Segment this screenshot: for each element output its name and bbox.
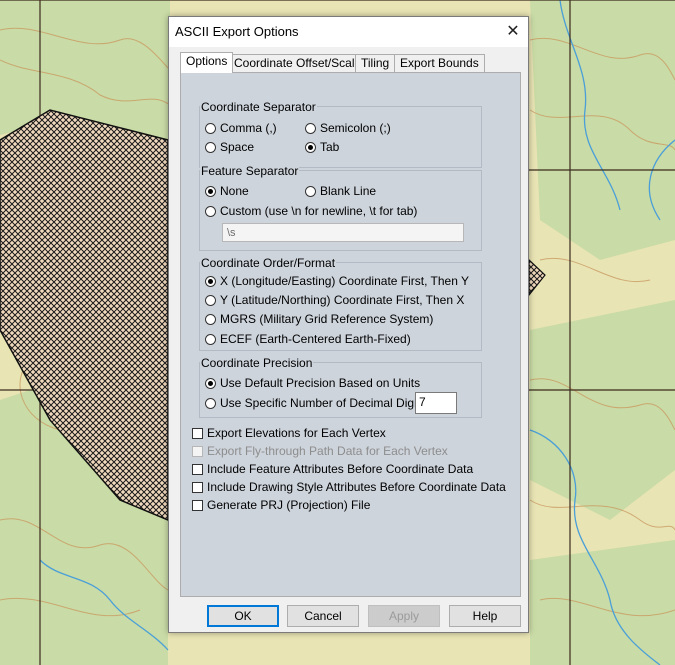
- ascii-export-options-dialog: ASCII Export Options ✕ Options Coordinat…: [168, 16, 529, 633]
- radio-blank-line[interactable]: Blank Line: [305, 183, 376, 199]
- radio-mgrs-label: MGRS (Military Grid Reference System): [220, 312, 434, 326]
- radio-blank-line-label: Blank Line: [320, 184, 377, 198]
- radio-tab[interactable]: Tab: [305, 139, 339, 155]
- radio-none[interactable]: None: [205, 183, 249, 199]
- checkbox-export-flythrough-box: [192, 446, 203, 457]
- checkbox-feature-attributes[interactable]: Include Feature Attributes Before Coordi…: [192, 461, 473, 477]
- radio-custom-label: Custom (use \n for newline, \t for tab): [220, 204, 418, 218]
- checkbox-generate-prj[interactable]: Generate PRJ (Projection) File: [192, 497, 370, 513]
- tab-options[interactable]: Options: [180, 52, 234, 73]
- radio-space-indicator: [205, 142, 216, 153]
- checkbox-feature-attributes-box: [192, 464, 203, 475]
- checkbox-drawing-style-label: Include Drawing Style Attributes Before …: [207, 480, 506, 494]
- radio-specific-digits-label: Use Specific Number of Decimal Digits:: [220, 396, 430, 410]
- checkbox-feature-attributes-label: Include Feature Attributes Before Coordi…: [207, 462, 474, 476]
- options-panel: Coordinate Separator Comma (,) Semicolon…: [180, 72, 521, 597]
- radio-y-first-indicator: [205, 295, 216, 306]
- radio-blank-line-indicator: [305, 186, 316, 197]
- radio-ecef-label: ECEF (Earth-Centered Earth-Fixed): [220, 332, 411, 346]
- dialog-title: ASCII Export Options: [175, 24, 299, 39]
- radio-space[interactable]: Space: [205, 139, 254, 155]
- close-icon[interactable]: ✕: [498, 17, 528, 47]
- radio-none-label: None: [220, 184, 249, 198]
- cancel-button[interactable]: Cancel: [287, 605, 359, 627]
- coordinate-separator-title: Coordinate Separator: [200, 100, 317, 114]
- checkbox-export-flythrough-label: Export Fly-through Path Data for Each Ve…: [207, 444, 448, 458]
- feature-separator-title: Feature Separator: [200, 164, 300, 178]
- checkbox-generate-prj-label: Generate PRJ (Projection) File: [207, 498, 371, 512]
- radio-y-first-label: Y (Latitude/Northing) Coordinate First, …: [220, 293, 465, 307]
- radio-tab-indicator: [305, 142, 316, 153]
- coordinate-order-title: Coordinate Order/Format: [200, 256, 337, 270]
- radio-none-indicator: [205, 186, 216, 197]
- checkbox-drawing-style[interactable]: Include Drawing Style Attributes Before …: [192, 479, 506, 495]
- radio-semicolon-label: Semicolon (;): [320, 121, 391, 135]
- tab-coordinate-offset-scale[interactable]: Coordinate Offset/Scale: [228, 54, 368, 72]
- radio-ecef-indicator: [205, 334, 216, 345]
- radio-mgrs-indicator: [205, 314, 216, 325]
- radio-x-first-label: X (Longitude/Easting) Coordinate First, …: [220, 274, 470, 288]
- ok-button[interactable]: OK: [207, 605, 279, 627]
- radio-specific-digits-indicator: [205, 398, 216, 409]
- radio-semicolon-indicator: [305, 123, 316, 134]
- radio-custom[interactable]: Custom (use \n for newline, \t for tab): [205, 203, 417, 219]
- radio-comma-indicator: [205, 123, 216, 134]
- radio-x-first-indicator: [205, 276, 216, 287]
- coordinate-separator-group: [199, 106, 482, 168]
- radio-ecef[interactable]: ECEF (Earth-Centered Earth-Fixed): [205, 331, 411, 347]
- custom-separator-field[interactable]: \s: [222, 223, 464, 242]
- radio-default-precision[interactable]: Use Default Precision Based on Units: [205, 375, 420, 391]
- checkbox-export-flythrough: Export Fly-through Path Data for Each Ve…: [192, 443, 448, 459]
- radio-default-precision-indicator: [205, 378, 216, 389]
- radio-y-first[interactable]: Y (Latitude/Northing) Coordinate First, …: [205, 292, 464, 308]
- radio-custom-indicator: [205, 206, 216, 217]
- radio-x-first[interactable]: X (Longitude/Easting) Coordinate First, …: [205, 273, 469, 289]
- tab-tiling[interactable]: Tiling: [355, 54, 396, 72]
- checkbox-generate-prj-box: [192, 500, 203, 511]
- tab-export-bounds[interactable]: Export Bounds: [394, 54, 485, 72]
- coordinate-precision-title: Coordinate Precision: [200, 356, 314, 370]
- radio-comma-label: Comma (,): [220, 121, 277, 135]
- checkbox-drawing-style-box: [192, 482, 203, 493]
- radio-semicolon[interactable]: Semicolon (;): [305, 120, 391, 136]
- radio-specific-digits[interactable]: Use Specific Number of Decimal Digits:: [205, 395, 429, 411]
- radio-default-precision-label: Use Default Precision Based on Units: [220, 376, 421, 390]
- help-button[interactable]: Help: [449, 605, 521, 627]
- checkbox-export-elevations[interactable]: Export Elevations for Each Vertex: [192, 425, 386, 441]
- radio-mgrs[interactable]: MGRS (Military Grid Reference System): [205, 311, 433, 327]
- radio-comma[interactable]: Comma (,): [205, 120, 277, 136]
- checkbox-export-elevations-label: Export Elevations for Each Vertex: [207, 426, 386, 440]
- checkbox-export-elevations-box: [192, 428, 203, 439]
- radio-tab-label: Tab: [320, 140, 340, 154]
- radio-space-label: Space: [220, 140, 255, 154]
- dialog-titlebar[interactable]: ASCII Export Options ✕: [169, 17, 528, 47]
- apply-button: Apply: [368, 605, 440, 627]
- decimal-digits-input[interactable]: 7: [415, 392, 457, 414]
